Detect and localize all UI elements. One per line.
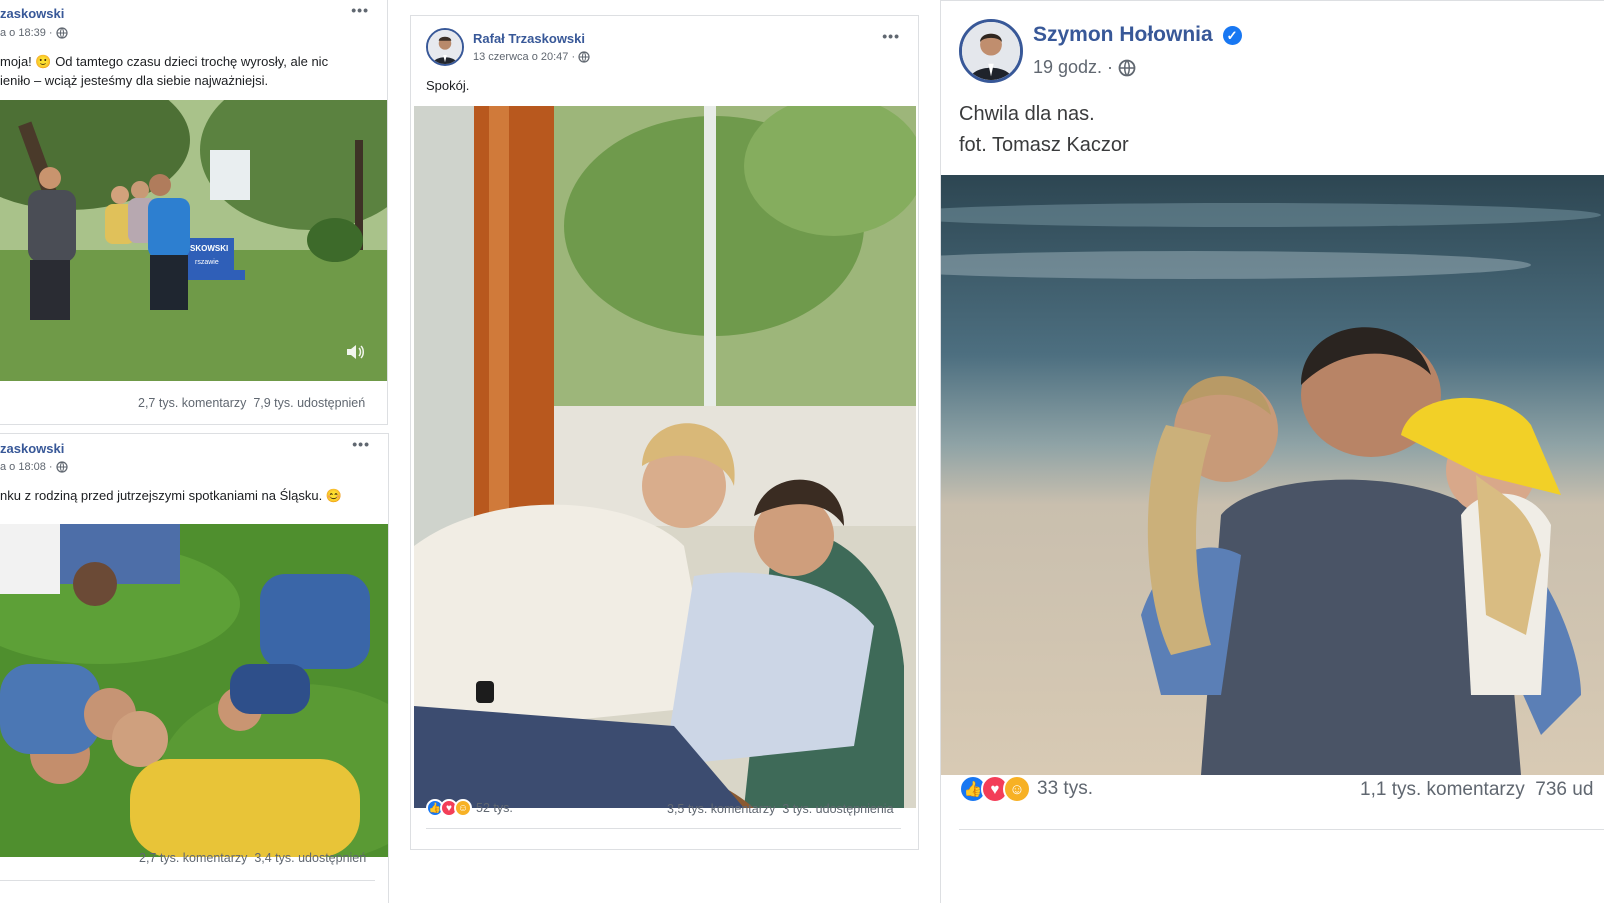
post-time[interactable]: a o 18:39 · — [0, 27, 53, 39]
speaker-icon[interactable] — [345, 343, 367, 361]
post-4: Szymon Hołownia ✓ 19 godz. · Chwila dla … — [940, 0, 1604, 903]
shares-count[interactable]: 7,9 tys. udostępnień — [253, 396, 365, 410]
family-on-grass-photo[interactable] — [0, 524, 388, 857]
verified-badge-icon: ✓ — [1222, 25, 1242, 45]
reactions-count[interactable]: 33 tys. — [1037, 778, 1093, 800]
post-time[interactable]: a o 18:08 · — [0, 461, 53, 473]
bench-text-line-1: SKOWSKI — [190, 244, 228, 253]
globe-icon — [56, 27, 68, 39]
post-author[interactable]: zaskowski — [0, 441, 64, 456]
post-text: Spokój. — [426, 78, 470, 93]
park-bench-family-photo[interactable]: SKOWSKI rszawie — [0, 100, 387, 381]
post-engagement: 3,5 tys. komentarzy 3 tys. udostępnienia — [667, 802, 894, 816]
more-options-icon[interactable]: ••• — [882, 28, 900, 44]
post-timestamp: a o 18:08 · — [0, 461, 68, 473]
comments-count[interactable]: 1,1 tys. komentarzy — [1360, 779, 1525, 800]
post-2: zaskowski a o 18:08 · ••• nku z rodziną … — [0, 433, 389, 903]
avatar[interactable] — [426, 28, 464, 66]
globe-icon — [1118, 59, 1136, 77]
shares-count[interactable]: 3 tys. udostępnienia — [782, 802, 893, 816]
reactions-count[interactable]: 52 tys. — [476, 801, 513, 815]
post-engagement: 2,7 tys. komentarzy 3,4 tys. udostępnień — [139, 851, 366, 865]
post-text: Chwila dla nas. fot. Tomasz Kaczor — [959, 103, 1129, 156]
post-author[interactable]: zaskowski — [0, 6, 64, 21]
post-text: moja! 🙂 Od tamtego czasu dzieci trochę w… — [0, 54, 329, 88]
post-3: Rafał Trzaskowski 13 czerwca o 20:47 · •… — [410, 15, 919, 850]
post-time[interactable]: 19 godz. · — [1033, 57, 1113, 77]
care-reaction-icon: ☺ — [1003, 775, 1031, 803]
comments-count[interactable]: 2,7 tys. komentarzy — [139, 851, 247, 865]
globe-icon — [578, 51, 590, 63]
more-options-icon[interactable]: ••• — [351, 2, 369, 18]
post-1: zaskowski a o 18:39 · ••• moja! 🙂 Od tam… — [0, 0, 388, 425]
post-author-row: Szymon Hołownia ✓ — [1033, 23, 1242, 47]
post-divider — [426, 828, 901, 829]
post-author[interactable]: Szymon Hołownia — [1033, 23, 1213, 46]
comments-count[interactable]: 2,7 tys. komentarzy — [138, 396, 246, 410]
post-text: nku z rodziną przed jutrzejszymi spotkan… — [0, 488, 343, 503]
more-options-icon[interactable]: ••• — [352, 436, 370, 452]
post-timestamp: 19 godz. · — [1033, 57, 1136, 78]
father-hugging-children-beach-photo[interactable] — [941, 175, 1604, 775]
post-divider — [0, 880, 375, 881]
reactions-summary[interactable]: 👍 ♥ ☺ 33 tys. — [959, 775, 1093, 803]
avatar[interactable] — [959, 19, 1023, 83]
reactions-summary[interactable]: 👍 ♥ ☺ 52 tys. — [426, 799, 513, 817]
post-author[interactable]: Rafał Trzaskowski — [473, 31, 585, 46]
bench-text-line-2: rszawie — [195, 259, 219, 266]
couple-armchair-photo[interactable] — [414, 106, 916, 808]
care-reaction-icon: ☺ — [454, 799, 472, 817]
post-engagement: 2,7 tys. komentarzy 7,9 tys. udostępnień — [138, 396, 365, 410]
post-divider — [959, 829, 1604, 830]
comments-count[interactable]: 3,5 tys. komentarzy — [667, 802, 775, 816]
globe-icon — [56, 461, 68, 473]
shares-count[interactable]: 3,4 tys. udostępnień — [254, 851, 366, 865]
post-engagement: 1,1 tys. komentarzy 736 ud — [1360, 779, 1593, 801]
post-time[interactable]: 13 czerwca o 20:47 · — [473, 51, 575, 63]
post-timestamp: 13 czerwca o 20:47 · — [473, 51, 590, 63]
post-timestamp: a o 18:39 · — [0, 27, 68, 39]
shares-count[interactable]: 736 ud — [1535, 779, 1593, 800]
